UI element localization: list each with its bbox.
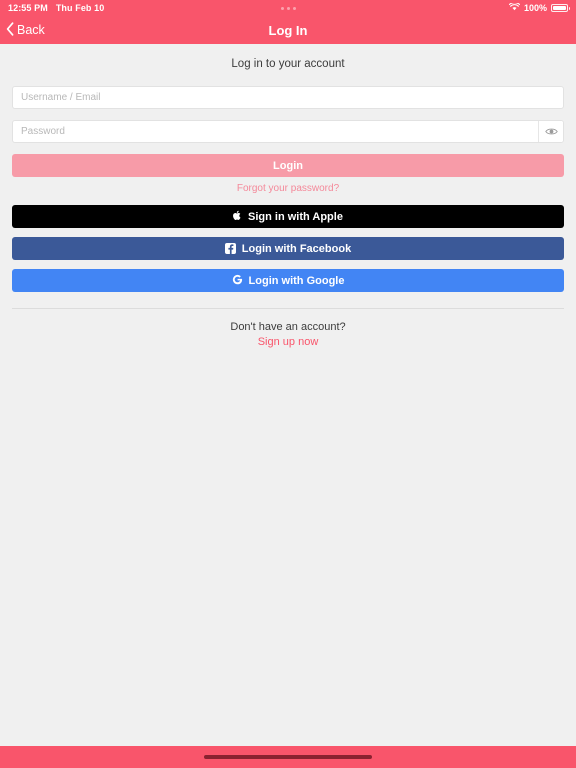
battery-percent-label: 100%: [523, 3, 547, 13]
username-field[interactable]: [12, 86, 564, 109]
signup-question: Don't have an account?: [230, 321, 346, 333]
password-input[interactable]: [13, 121, 538, 142]
login-with-facebook-button[interactable]: Login with Facebook: [12, 237, 564, 260]
status-bar-right: 100%: [508, 2, 570, 13]
wifi-icon: [508, 2, 521, 13]
forgot-password-link[interactable]: Forgot your password?: [0, 183, 576, 194]
apple-button-label: Sign in with Apple: [248, 210, 343, 223]
login-button[interactable]: Login: [12, 154, 564, 177]
page-title: Log In: [268, 22, 308, 38]
username-input[interactable]: [13, 87, 563, 108]
back-button[interactable]: Back: [0, 21, 45, 39]
google-logo-icon: [232, 274, 243, 288]
home-indicator[interactable]: [204, 755, 372, 759]
login-button-label: Login: [273, 159, 303, 172]
sign-in-with-apple-button[interactable]: Sign in with Apple: [12, 205, 564, 228]
signup-link[interactable]: Sign up now: [0, 336, 576, 348]
dot-icon: [292, 6, 296, 10]
password-field-wrapper: [0, 120, 576, 143]
main-content: Log in to your account Username / Email …: [0, 44, 576, 746]
status-bar: 12:55 PM Thu Feb 10 100%: [0, 0, 576, 16]
signup-section: Don't have an account? Sign up now: [0, 309, 576, 348]
password-field[interactable]: [12, 120, 564, 143]
chevron-left-icon: [6, 21, 14, 39]
battery-full-icon: [551, 4, 570, 12]
username-field-wrapper: [0, 86, 576, 109]
status-time: 12:55 PM: [8, 3, 48, 13]
back-button-label: Back: [17, 23, 45, 37]
navigation-bar: Back Log In: [0, 16, 576, 44]
dot-icon: [280, 6, 284, 10]
facebook-button-label: Login with Facebook: [241, 242, 352, 255]
dot-icon: [286, 6, 290, 10]
eye-icon: [544, 123, 558, 141]
apple-logo-icon: [233, 210, 242, 224]
form-subtitle: Log in to your account: [231, 58, 345, 70]
facebook-logo-icon: [224, 243, 236, 254]
battery-fill: [553, 6, 566, 10]
login-with-google-button[interactable]: Login with Google: [12, 269, 564, 292]
google-button-label: Login with Google: [248, 274, 345, 287]
status-bar-left: 12:55 PM Thu Feb 10: [8, 3, 104, 13]
status-date: Thu Feb 10: [55, 3, 105, 13]
toggle-password-visibility-button[interactable]: [538, 121, 563, 142]
login-screen: 12:55 PM Thu Feb 10 100% Back Log In Log…: [0, 0, 576, 768]
bottom-bar: [0, 746, 576, 768]
